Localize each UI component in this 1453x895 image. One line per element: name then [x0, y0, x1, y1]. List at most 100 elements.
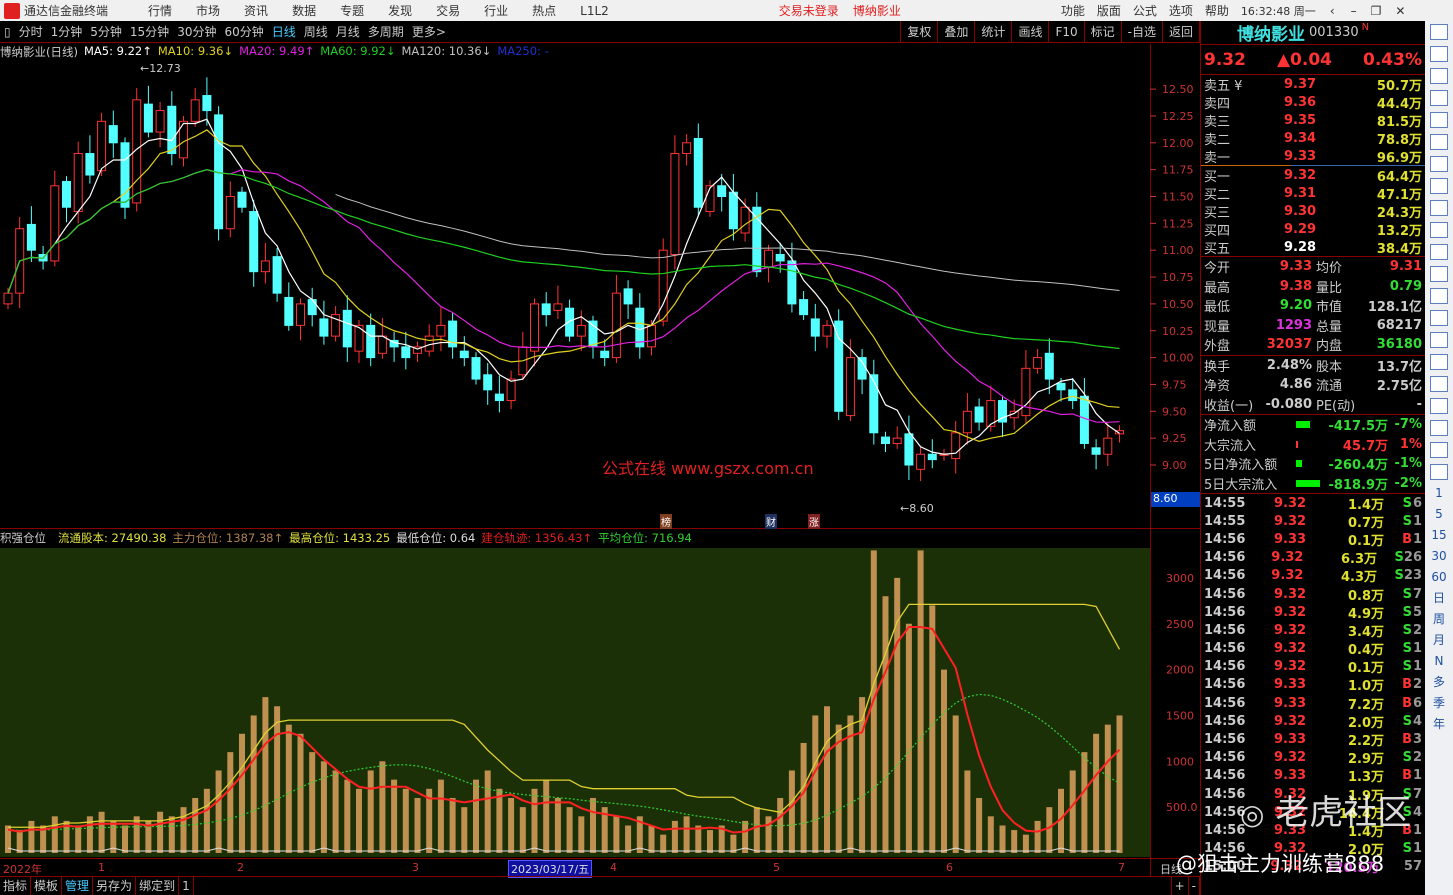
restore-icon[interactable]: ❐ — [1371, 4, 1382, 18]
candle — [670, 153, 680, 255]
bid-row[interactable]: 买四 9.29 13.2万 — [1201, 220, 1425, 239]
tab-moban[interactable]: 模板 — [31, 877, 63, 895]
minimize-icon[interactable]: – — [1351, 4, 1357, 18]
tick-count: 1 — [1412, 768, 1422, 784]
stat-label: 总量 — [1316, 319, 1343, 335]
strip-period-多[interactable]: 多 — [1433, 672, 1445, 693]
strip-period-60[interactable]: 60 — [1431, 567, 1446, 588]
position-bar — [344, 779, 351, 853]
f10-icon[interactable] — [1430, 200, 1448, 216]
left-arrow-icon[interactable] — [1430, 24, 1448, 40]
tab-guanli[interactable]: 管理 — [62, 877, 94, 895]
tick-price: 9.32 — [1271, 568, 1304, 584]
float-shares: 流通股本: 27490.38 — [58, 531, 167, 545]
zoom-out-button[interactable]: - — [1189, 877, 1200, 895]
tick-price: 9.32 — [1274, 713, 1307, 729]
tick-volume: 1.3万 — [1347, 770, 1384, 786]
position-bar — [987, 816, 994, 853]
tab-1[interactable]: 1 — [179, 877, 194, 895]
strip-period-日[interactable]: 日 — [1433, 588, 1445, 609]
grid-icon[interactable] — [1430, 112, 1448, 128]
calendar-icon[interactable] — [1430, 244, 1448, 260]
tick-time: 14:56 — [1204, 659, 1246, 675]
tick-volume: 4.9万 — [1347, 606, 1384, 622]
bid-row[interactable]: 买三 9.30 24.3万 — [1201, 202, 1425, 221]
tick-side: S — [1402, 604, 1412, 620]
move-icon[interactable] — [1430, 398, 1448, 414]
marker-zhang[interactable]: 涨 — [808, 514, 820, 529]
candle — [810, 318, 820, 337]
close-icon[interactable]: ✕ — [1395, 4, 1405, 18]
pencil-icon[interactable] — [1430, 420, 1448, 436]
fund-value: - — [1416, 396, 1422, 412]
menu-bangzhu[interactable]: 帮助 — [1205, 2, 1229, 19]
position-bar — [203, 788, 210, 853]
strip-period-N[interactable]: N — [1435, 651, 1444, 672]
candle — [740, 206, 750, 234]
strip-period-1[interactable]: 1 — [1435, 483, 1443, 504]
dollar-icon[interactable] — [1430, 376, 1448, 392]
strip-period-15[interactable]: 15 — [1431, 525, 1446, 546]
candle — [307, 299, 317, 316]
wave-icon[interactable] — [1430, 332, 1448, 348]
line-chart-icon[interactable] — [1430, 134, 1448, 150]
zoom-in-button[interactable]: + — [1170, 877, 1189, 895]
marker-cai[interactable]: 财 — [765, 514, 777, 529]
price-tick-label: 12.25 — [1162, 110, 1194, 123]
bid-row[interactable]: 买五 9.28 38.4万 — [1201, 238, 1425, 257]
tick-price: 9.32 — [1274, 495, 1307, 511]
tick-price: 9.32 — [1274, 641, 1307, 657]
strip-period-5[interactable]: 5 — [1435, 504, 1443, 525]
fs-icon[interactable] — [1430, 442, 1448, 458]
up-arrow-icon[interactable] — [1430, 46, 1448, 62]
strip-period-30[interactable]: 30 — [1431, 546, 1446, 567]
strip-period-年[interactable]: 年 — [1433, 714, 1445, 735]
fund-flow-block: 净流入额 -417.5万 -7% 大宗流入 45.7万 1% 5日净流入额 -260.4万 -1… — [1201, 414, 1425, 493]
candle — [611, 292, 621, 359]
candle — [225, 196, 235, 230]
strip-period-季[interactable]: 季 — [1433, 693, 1445, 714]
ask-row[interactable]: 卖二 9.34 78.8万 — [1201, 129, 1425, 148]
candle — [471, 357, 481, 380]
f12-icon[interactable] — [1430, 266, 1448, 282]
window-icon[interactable] — [1430, 178, 1448, 194]
ask-row[interactable]: 卖三 9.35 81.5万 — [1201, 111, 1425, 130]
flow-label: 大宗流入 — [1204, 438, 1257, 454]
candle-icon[interactable] — [1430, 156, 1448, 172]
ask-row[interactable]: 卖一 9.33 96.9万 — [1201, 147, 1425, 166]
position-bar — [788, 770, 795, 853]
tick-volume: 3.4万 — [1347, 624, 1384, 640]
tab-zhibiao[interactable]: 指标 — [0, 877, 32, 895]
position-bar — [16, 830, 23, 853]
position-bar — [391, 779, 398, 853]
strip-period-月[interactable]: 月 — [1433, 630, 1445, 651]
tab-bangdingdao[interactable]: 绑定到 — [136, 877, 180, 895]
ask-label: 卖五 ¥ — [1204, 78, 1243, 94]
cursor-price-label: 8.60 — [1151, 492, 1200, 507]
marker-bang[interactable]: 榜 — [660, 514, 672, 529]
strip-period-周[interactable]: 周 — [1433, 609, 1445, 630]
refresh-icon[interactable] — [1430, 464, 1448, 480]
table-icon[interactable] — [1430, 90, 1448, 106]
tree-icon[interactable] — [1430, 222, 1448, 238]
candle — [728, 191, 738, 230]
kline-chart[interactable]: 12.50 12.25 12.00 11.75 11.50 11.25 11.00 10.75… — [0, 0, 1200, 895]
ask-label: 卖二 — [1204, 132, 1231, 148]
circle-icon[interactable] — [1430, 310, 1448, 326]
ask-row[interactable]: 卖五 ¥ 9.37 50.7万 — [1201, 75, 1425, 94]
indicator-name[interactable]: 积强仓位 — [0, 530, 46, 546]
fx-icon[interactable] — [1430, 288, 1448, 304]
bid-row[interactable]: 买二 9.31 47.1万 — [1201, 184, 1425, 203]
indicator-tabs: 指标 模板 管理 另存为 绑定到 1 + - — [0, 876, 1200, 895]
back-icon[interactable]: ‹ — [1330, 4, 1335, 18]
tab-lingcunwei[interactable]: 另存为 — [93, 877, 137, 895]
price-tick-label: 11.00 — [1162, 244, 1194, 257]
ask-row[interactable]: 卖四 9.36 44.4万 — [1201, 93, 1425, 112]
tick-time: 14:56 — [1204, 695, 1246, 711]
down-arrow-icon[interactable] — [1430, 68, 1448, 84]
candle — [962, 410, 972, 434]
bid-row[interactable]: 买一 9.32 64.4万 — [1201, 166, 1425, 185]
order-book: 卖五 ¥ 9.37 50.7万 卖四 9.36 44.4万 卖三 9.35 81.5万 卖二 9.3… — [1201, 75, 1425, 257]
tick-price: 9.32 — [1274, 604, 1307, 620]
rsi-icon[interactable] — [1430, 354, 1448, 370]
